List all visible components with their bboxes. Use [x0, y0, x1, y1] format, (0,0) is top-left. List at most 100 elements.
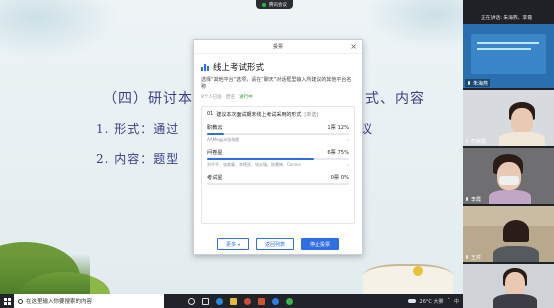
dialog-footer: 更多 ▾ 返回列表 停止投票: [194, 238, 362, 250]
participant-name: 司秋霞: [471, 138, 487, 145]
poll-title-row: 线上考试形式: [201, 61, 355, 73]
bar-chart-icon: [201, 63, 209, 71]
question-number: 01: [207, 111, 214, 117]
slide-line-2: 2. 内容：题型: [96, 152, 180, 166]
language-indicator[interactable]: 中: [454, 298, 459, 305]
participant-mask: [499, 176, 519, 185]
dialog-header: 投票 ×: [194, 40, 362, 54]
shared-screen-thumbnail: [471, 34, 546, 74]
option-label: 问卷星: [207, 150, 223, 156]
search-icon: [18, 298, 23, 304]
slide-decoration: [0, 0, 120, 60]
question-text: 建议本次面试期末线上考试采用的形式: [216, 112, 302, 118]
powerpoint-icon[interactable]: [254, 294, 268, 308]
participant-name: 王芹: [471, 254, 482, 261]
participant-tile[interactable]: [463, 264, 554, 308]
taskbar-search-box[interactable]: 在这里输入你要搜索的内容: [14, 294, 164, 308]
option-count: 6票 75%: [327, 150, 349, 156]
windows-logo-icon: [3, 297, 11, 305]
poll-dialog: 投票 × 线上考试形式 选择“其他平台”选项，请在“聊天”对话框里输入所建议的其…: [193, 39, 363, 255]
participant-body: [489, 190, 531, 204]
meeting-status-text: 腾讯会议: [269, 2, 287, 8]
slide-title-tail: 式、内容: [365, 91, 425, 107]
slide-decoration: [0, 254, 90, 294]
microphone-icon: [467, 80, 471, 86]
thumbnail-line: [477, 42, 539, 44]
search-placeholder: 在这里输入你要搜索的内容: [26, 299, 93, 305]
microphone-icon: [465, 138, 469, 144]
participant-panel: 正在讲话: 朱海燕、李霞 朱海燕 司秋霞 李霞 王芹: [463, 0, 554, 308]
slide-decoration: [363, 0, 463, 50]
participant-name-tag: 朱海燕: [465, 79, 491, 87]
participant-face: [511, 108, 533, 134]
participant-name-tag: 王芹: [465, 253, 481, 261]
option-count: 0票 0%: [330, 175, 349, 181]
microphone-icon: [465, 254, 469, 260]
question-type: [单选]: [304, 112, 319, 118]
poll-option: 问卷星 6票 75% 刘平平、张寂寞、李德武、钱水镇、陆曦婷、Connie ›: [207, 149, 349, 168]
option-label: 考试星: [207, 175, 223, 181]
participant-tile[interactable]: 李霞: [463, 148, 554, 204]
dialog-title: 投票: [272, 44, 283, 50]
participant-face: [505, 272, 525, 296]
poll-option: 职教云 1票 12% AAMeggie张海霞 ›: [207, 124, 349, 143]
microphone-icon: [465, 196, 469, 202]
more-button[interactable]: 更多 ▾: [216, 238, 249, 250]
option-count: 1票 12%: [327, 125, 349, 131]
participant-tile[interactable]: 司秋霞: [463, 90, 554, 146]
question-card: 01 建议本次面试期末线上考试采用的形式 [单选] 职教云 1票 12% AAM…: [201, 106, 355, 224]
question-title: 01 建议本次面试期末线上考试采用的形式 [单选]: [207, 111, 349, 118]
meeting-app-icon[interactable]: [268, 294, 282, 308]
thumbnail-line: [477, 48, 531, 50]
participant-name: 朱海燕: [473, 80, 489, 87]
option-progress-bar: [207, 183, 349, 185]
weather-icon[interactable]: [407, 299, 416, 303]
edge-browser-icon[interactable]: [212, 294, 226, 308]
signal-icon: [262, 2, 266, 7]
stop-poll-button[interactable]: 停止投票: [301, 238, 340, 250]
chevron-down-icon: ▾: [237, 241, 240, 247]
option-progress-fill: [207, 158, 314, 160]
meeting-status-pill[interactable]: 腾讯会议: [256, 0, 293, 9]
participant-name-tag: 司秋霞: [465, 137, 486, 145]
slide-title: （四）研讨本: [103, 91, 193, 107]
slide-decoration: [363, 264, 453, 294]
slide-decoration: [413, 266, 423, 276]
option-voters[interactable]: AAMeggie张海霞: [207, 137, 239, 143]
option-voters[interactable]: 刘平平、张寂寞、李德武、钱水镇、陆曦婷、Connie: [207, 162, 301, 168]
more-button-label: 更多: [225, 241, 236, 248]
participant-name: 李霞: [471, 196, 482, 203]
chevron-right-icon[interactable]: ›: [347, 137, 349, 143]
close-icon[interactable]: ×: [350, 42, 357, 51]
participant-hair: [503, 220, 529, 242]
start-button[interactable]: [0, 294, 14, 308]
participant-tile[interactable]: 王芹: [463, 206, 554, 262]
windows-taskbar: 在这里输入你要搜索的内容 26°C 大雾 ˄ 中: [0, 294, 463, 308]
poll-status: 进行中: [239, 95, 253, 100]
option-progress-bar: [207, 158, 349, 160]
poll-option: 考试星 0票 0%: [207, 174, 349, 185]
tray-arrow-icon[interactable]: ˄: [447, 298, 450, 304]
participant-body: [499, 132, 545, 146]
chevron-right-icon[interactable]: ›: [347, 162, 349, 168]
slide-line-1: 1. 形式：通过: [96, 122, 180, 136]
file-explorer-icon[interactable]: [226, 294, 240, 308]
poll-title: 线上考试形式: [213, 63, 265, 73]
participant-tile[interactable]: 朱海燕: [463, 24, 554, 88]
option-label: 职教云: [207, 125, 223, 131]
active-speaker-text: 正在讲话: 朱海燕、李霞: [481, 16, 533, 21]
app-icon[interactable]: [240, 294, 254, 308]
task-view-icon[interactable]: [184, 294, 198, 308]
multitask-icon[interactable]: [198, 294, 212, 308]
back-to-list-button[interactable]: 返回列表: [256, 238, 295, 250]
weather-text[interactable]: 26°C 大雾: [420, 298, 444, 305]
option-progress-bar: [207, 133, 349, 135]
participant-body: [493, 294, 537, 308]
system-tray: 26°C 大雾 ˄ 中: [407, 294, 459, 308]
wechat-icon[interactable]: [282, 294, 296, 308]
option-progress-fill: [207, 133, 225, 135]
participant-body: [493, 246, 539, 262]
poll-description: 选择“其他平台”选项，请在“聊天”对话框里输入所建议的其他平台名称: [201, 77, 352, 90]
participant-name-tag: 李霞: [465, 195, 481, 203]
poll-participants: 8个人已投 · 匿名: [201, 95, 236, 100]
